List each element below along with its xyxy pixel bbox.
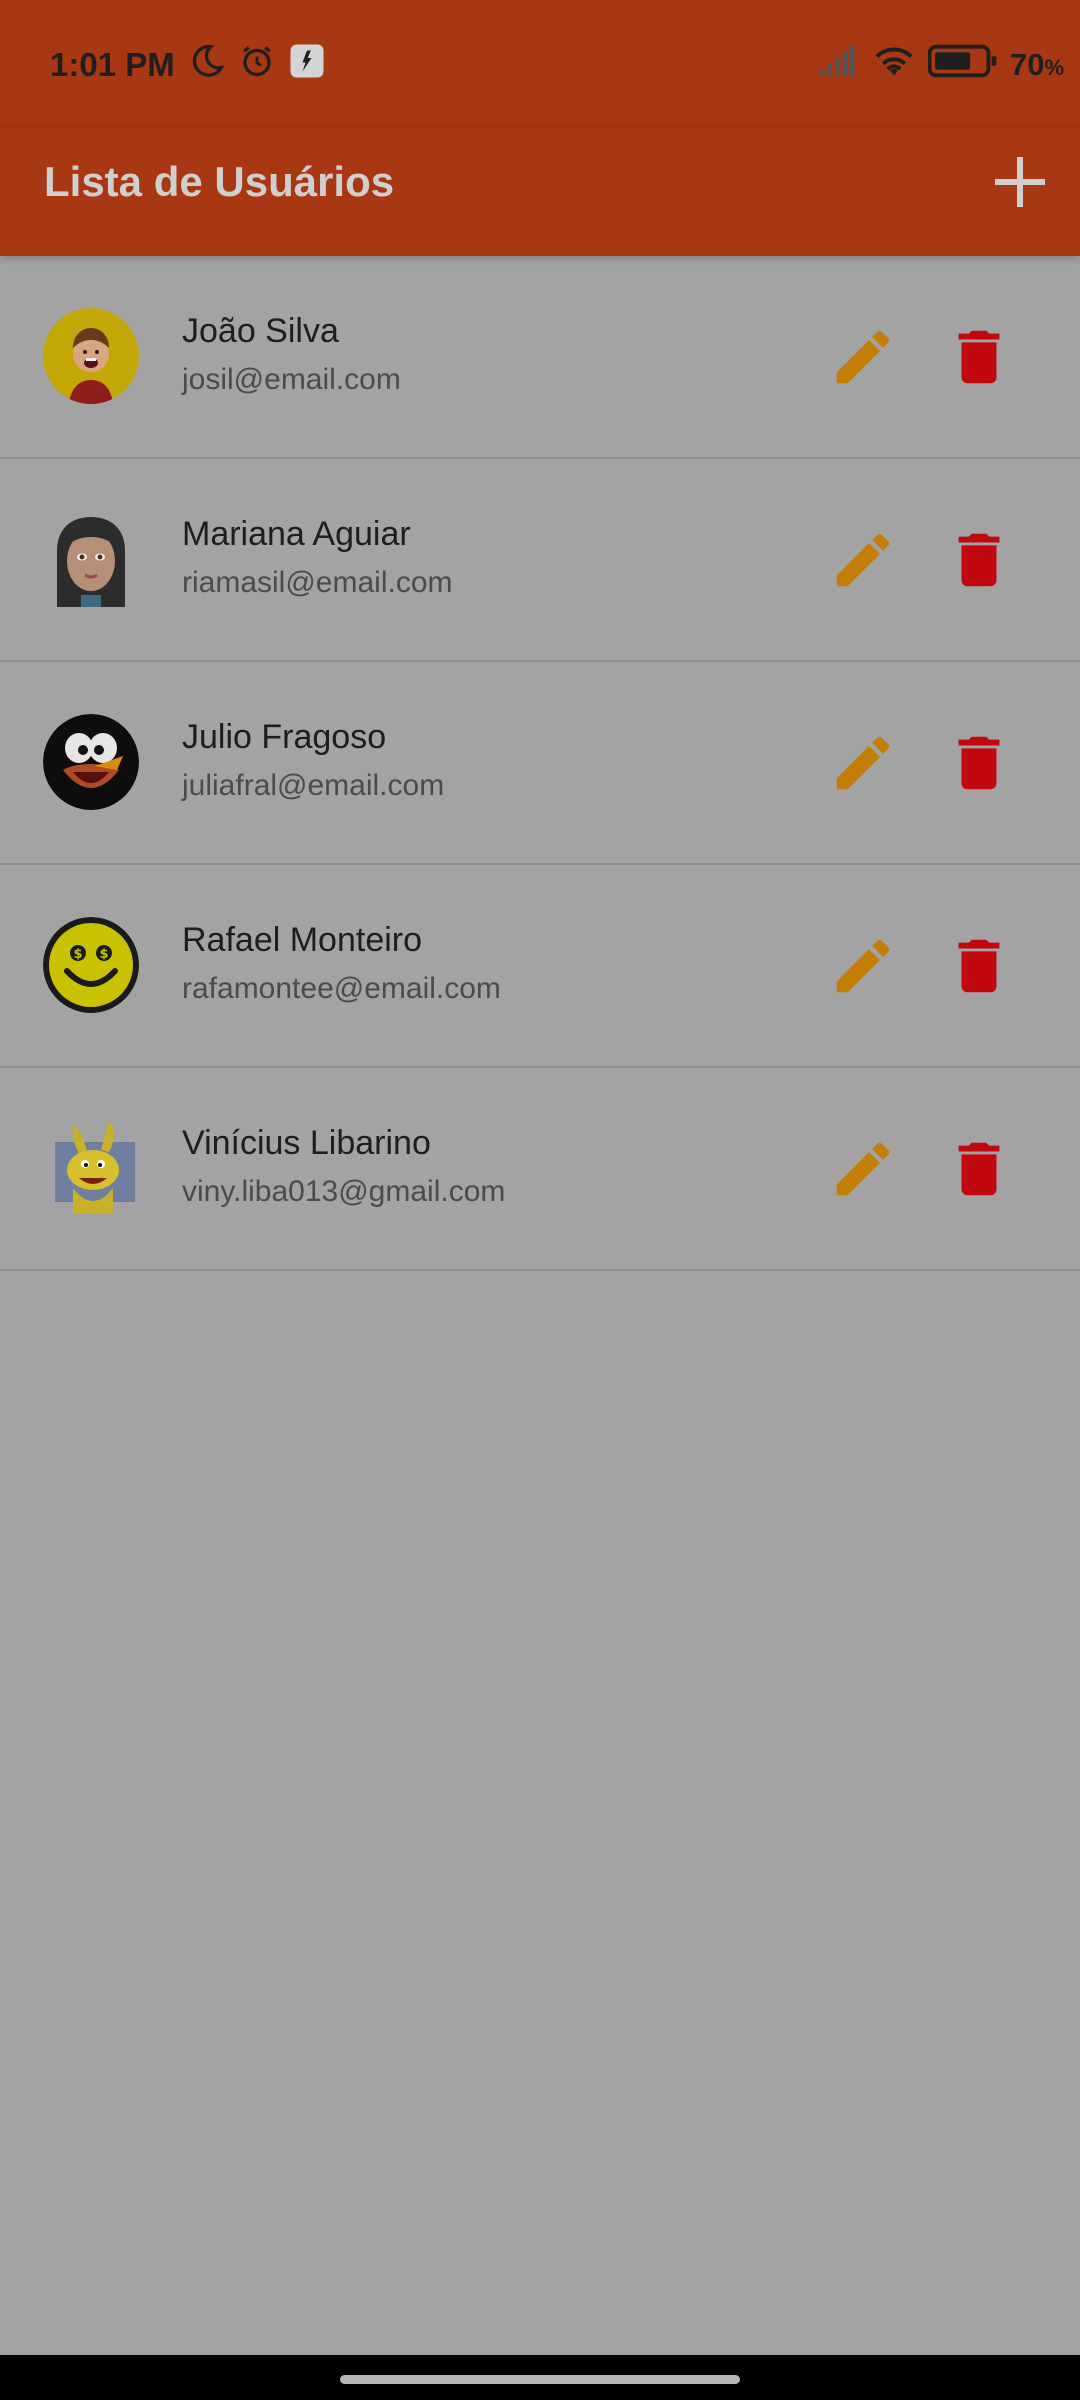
status-bar: 1:01 PM 70% (0, 0, 1080, 128)
delete-button[interactable] (944, 525, 1014, 595)
app-bar: Lista de Usuários (0, 128, 1080, 256)
pencil-icon (836, 736, 890, 790)
home-indicator[interactable] (340, 2375, 740, 2384)
app-notification-icon (289, 43, 325, 87)
status-time: 1:01 PM (50, 46, 175, 83)
user-email: rafamontee@email.com (182, 972, 501, 1005)
alarm-icon (239, 43, 275, 87)
edit-button[interactable] (828, 1134, 898, 1204)
avatar (43, 1120, 139, 1216)
avatar (43, 308, 139, 404)
pencil-icon (836, 330, 890, 384)
list-item[interactable]: Julio Fragoso juliafral@email.com (0, 662, 1080, 865)
add-user-button[interactable] (988, 150, 1052, 214)
list-item[interactable]: Vinícius Libarino viny.liba013@gmail.com (0, 1068, 1080, 1271)
status-right: 70% (816, 40, 1064, 90)
avatar (43, 511, 139, 607)
pencil-icon (836, 533, 890, 587)
user-name: Mariana Aguiar (182, 515, 411, 553)
trash-icon (958, 939, 1000, 993)
signal-icon (816, 43, 860, 87)
user-name: João Silva (182, 312, 339, 350)
delete-button[interactable] (944, 728, 1014, 798)
edit-button[interactable] (828, 931, 898, 1001)
wifi-icon (872, 43, 916, 87)
delete-button[interactable] (944, 931, 1014, 1001)
user-list: João Silva josil@email.com Mariana Aguia… (0, 256, 1080, 1271)
trash-icon (958, 533, 1000, 587)
user-name: Rafael Monteiro (182, 921, 423, 959)
avatar: $ $ (43, 917, 139, 1013)
user-name: Julio Fragoso (182, 718, 387, 756)
user-email: viny.liba013@gmail.com (182, 1175, 506, 1208)
battery-unit: % (1044, 55, 1064, 80)
trash-icon (958, 736, 1000, 790)
battery-percent: 70% (1009, 47, 1064, 82)
svg-text:$: $ (99, 947, 108, 962)
user-email: juliafral@email.com (182, 769, 445, 802)
avatar (43, 714, 139, 810)
page-title: Lista de Usuários (44, 158, 395, 205)
moon-icon (189, 43, 225, 87)
user-email: josil@email.com (182, 363, 401, 396)
battery-icon (927, 43, 998, 87)
list-item[interactable]: $ $ Rafael Monteiro rafamontee@email.com (0, 865, 1080, 1068)
user-email: riamasil@email.com (182, 566, 453, 599)
trash-icon (958, 1142, 1000, 1196)
pencil-icon (836, 939, 890, 993)
user-name: Vinícius Libarino (182, 1124, 431, 1162)
list-item[interactable]: Mariana Aguiar riamasil@email.com (0, 459, 1080, 662)
edit-button[interactable] (828, 525, 898, 595)
delete-button[interactable] (944, 1134, 1014, 1204)
delete-button[interactable] (944, 322, 1014, 392)
plus-icon (995, 157, 1045, 207)
edit-button[interactable] (828, 728, 898, 798)
pencil-icon (836, 1142, 890, 1196)
list-item[interactable]: João Silva josil@email.com (0, 256, 1080, 459)
status-left: 1:01 PM (50, 40, 325, 90)
svg-text:$: $ (73, 947, 82, 962)
edit-button[interactable] (828, 322, 898, 392)
trash-icon (958, 330, 1000, 384)
navigation-bar (0, 2355, 1080, 2400)
